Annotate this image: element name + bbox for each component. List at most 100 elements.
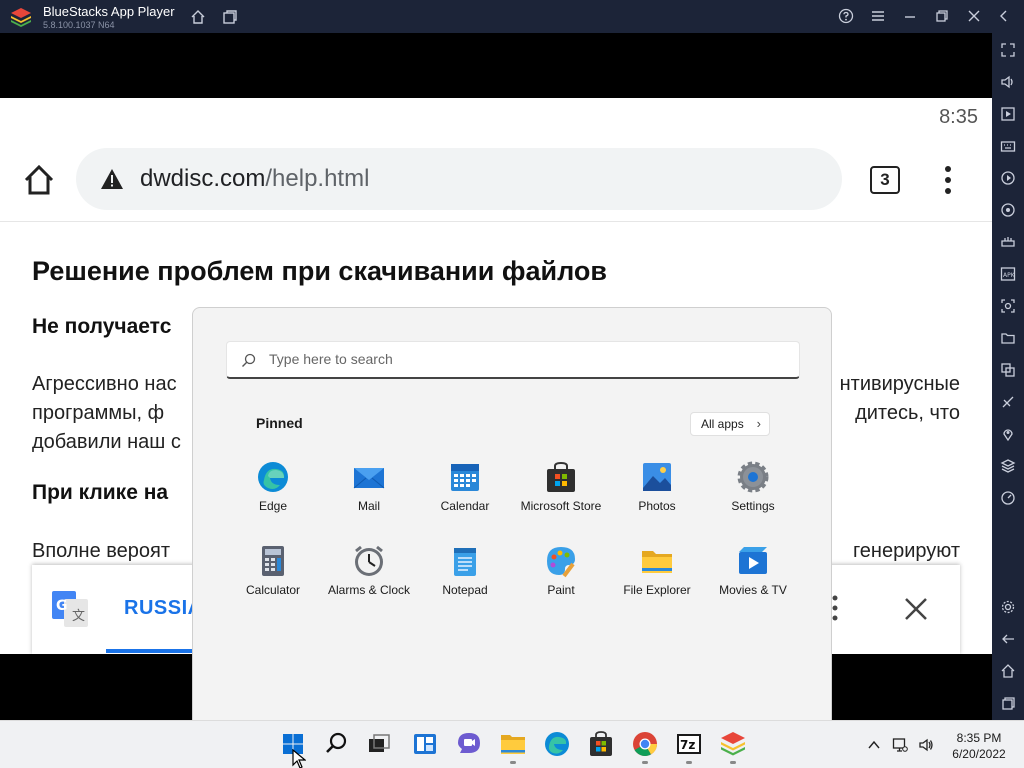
media-icon[interactable] <box>1000 106 1016 122</box>
pinned-app-mail[interactable]: Mail <box>321 456 417 536</box>
svg-text:G: G <box>56 598 68 614</box>
keyboard-icon[interactable] <box>1000 138 1016 154</box>
calendar-icon <box>451 464 479 491</box>
bluestacks-logo-icon <box>11 8 31 27</box>
clock-time: 8:35 PM <box>956 731 1002 745</box>
more-vert-icon[interactable] <box>938 165 958 195</box>
pinned-app-calendar[interactable]: Calendar <box>417 456 513 536</box>
task-view-icon <box>369 734 390 752</box>
restore-icon[interactable] <box>934 8 950 24</box>
folder-icon <box>642 551 672 573</box>
text-fragment: Агрессивно нас <box>32 373 177 395</box>
screenshot-icon[interactable] <box>1000 298 1016 314</box>
volume-icon[interactable] <box>1000 74 1016 90</box>
svg-text:7z: 7z <box>680 738 695 752</box>
rotate-icon[interactable] <box>1000 202 1016 218</box>
pinned-app-photos[interactable]: Photos <box>609 456 705 536</box>
running-indicator <box>510 761 516 764</box>
chrome-button[interactable] <box>630 729 660 764</box>
close-icon[interactable] <box>904 597 928 621</box>
recent-apps-icon[interactable] <box>1000 695 1016 711</box>
translate-language-tab[interactable]: RUSSIA <box>124 597 203 620</box>
pinned-app-paint[interactable]: Paint <box>513 540 609 620</box>
tab-switcher-button[interactable]: 3 <box>870 166 900 194</box>
file-explorer-button[interactable] <box>498 729 528 764</box>
app-label: Calendar <box>440 499 490 513</box>
speed-icon[interactable] <box>1000 490 1016 506</box>
fullscreen-icon[interactable] <box>1000 42 1016 58</box>
pinned-app-microsoft-store[interactable]: Microsoft Store <box>513 456 609 536</box>
browser-home-icon[interactable] <box>22 163 56 197</box>
app-label: Edge <box>258 499 288 513</box>
multi-instance-icon[interactable] <box>222 9 238 25</box>
volume-icon[interactable] <box>918 737 934 753</box>
menu-icon[interactable] <box>870 8 886 24</box>
address-bar[interactable]: dwdisc.com/help.html <box>76 148 842 210</box>
pinned-app-edge[interactable]: Edge <box>225 456 321 536</box>
app-label: Movies & TV <box>719 583 787 597</box>
task-view-button[interactable] <box>364 729 394 759</box>
edge-icon <box>545 732 569 756</box>
clock-date: 6/20/2022 <box>952 747 1006 761</box>
start-search-box[interactable] <box>226 341 800 379</box>
app-label: Microsoft Store <box>520 499 602 513</box>
bluestacks-icon <box>721 732 745 756</box>
android-home-icon[interactable] <box>1000 663 1016 679</box>
movies-icon <box>739 547 767 574</box>
location-icon[interactable] <box>1000 426 1016 442</box>
minimize-icon[interactable] <box>902 8 918 24</box>
pinned-app-settings[interactable]: Settings <box>705 456 801 536</box>
pinned-app-file-explorer[interactable]: File Explorer <box>609 540 705 620</box>
chat-icon <box>458 733 480 753</box>
chevron-up-icon[interactable] <box>866 737 882 753</box>
mouse-cursor-icon <box>292 749 306 768</box>
multi-window-icon[interactable] <box>1000 362 1016 378</box>
folder-icon <box>501 735 525 754</box>
layers-icon[interactable] <box>1000 458 1016 474</box>
start-menu: Pinned All apps › Edge Mail <box>192 307 832 721</box>
tab-indicator <box>106 649 206 653</box>
help-icon[interactable] <box>838 8 854 24</box>
pinned-app-notepad[interactable]: Notepad <box>417 540 513 620</box>
pinned-heading: Pinned <box>256 415 303 431</box>
home-icon[interactable] <box>190 9 206 25</box>
status-bar: 8:35 <box>0 98 992 136</box>
bluestacks-title: BlueStacks App Player <box>43 4 175 19</box>
url-text[interactable]: dwdisc.com/help.html <box>140 165 369 193</box>
network-icon[interactable] <box>892 737 908 753</box>
warning-icon[interactable] <box>100 168 124 190</box>
store-button[interactable] <box>586 729 616 759</box>
app-label: Calculator <box>245 583 301 597</box>
notepad-icon <box>454 548 476 576</box>
pinned-app-alarms-clock[interactable]: Alarms & Clock <box>321 540 417 620</box>
widgets-button[interactable] <box>410 729 440 759</box>
bluestacks-button[interactable] <box>718 729 748 764</box>
folder-icon[interactable] <box>1000 330 1016 346</box>
store-icon <box>547 461 575 492</box>
back-icon[interactable] <box>1000 631 1016 647</box>
edge-button[interactable] <box>542 729 572 759</box>
start-search-input[interactable] <box>269 351 769 367</box>
running-indicator <box>686 761 692 764</box>
taskbar-clock[interactable]: 8:35 PM 6/20/2022 <box>944 730 1014 762</box>
chat-button[interactable] <box>454 729 484 759</box>
url-domain: dwdisc.com <box>140 165 266 192</box>
settings-icon <box>737 461 769 493</box>
search-icon <box>326 732 347 753</box>
running-indicator <box>730 761 736 764</box>
apk-icon[interactable]: APK <box>1000 266 1016 282</box>
pinned-app-movies-tv[interactable]: Movies & TV <box>705 540 801 620</box>
bluestacks-version: 5.8.100.1037 N64 <box>43 20 115 30</box>
text-fragment: добавили наш с <box>32 431 181 453</box>
gamepad-icon[interactable] <box>1000 234 1016 250</box>
all-apps-button[interactable]: All apps › <box>690 412 770 436</box>
taskbar-search-button[interactable] <box>322 729 352 759</box>
calculator-icon <box>262 546 284 576</box>
close-icon[interactable] <box>966 8 982 24</box>
7zip-button[interactable]: 7z <box>674 729 704 764</box>
macro-icon[interactable] <box>1000 170 1016 186</box>
eco-mode-icon[interactable] <box>1000 394 1016 410</box>
collapse-sidebar-icon[interactable] <box>996 8 1012 24</box>
pinned-app-calculator[interactable]: Calculator <box>225 540 321 620</box>
settings-icon[interactable] <box>1000 599 1016 615</box>
